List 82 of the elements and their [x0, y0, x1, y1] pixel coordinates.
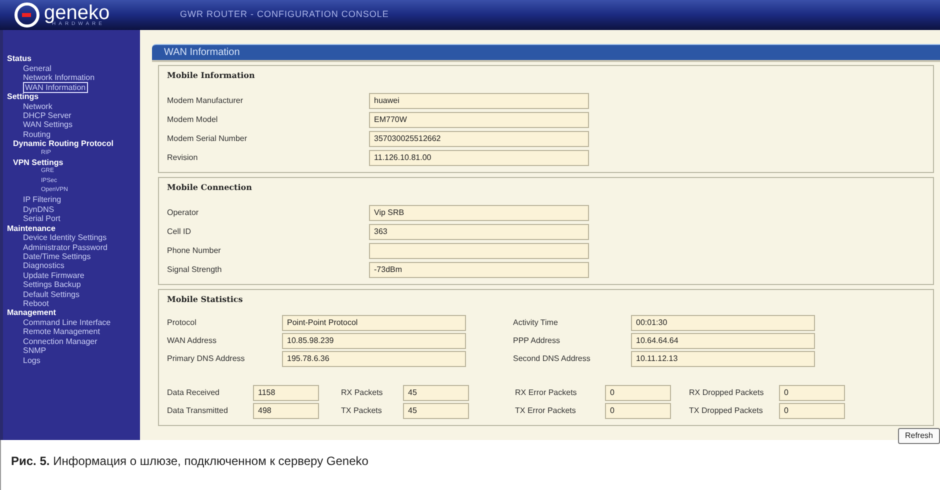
nav-link[interactable]: Settings Backup — [23, 280, 81, 290]
logo-text: geneko — [44, 4, 110, 22]
value-field[interactable]: 00:01:30 — [631, 315, 815, 331]
value-field[interactable]: Vip SRB — [369, 205, 589, 221]
field-label: RX Error Packets — [515, 387, 578, 399]
value-field[interactable]: 45 — [403, 385, 469, 401]
value-field[interactable]: 11.126.10.81.00 — [369, 150, 589, 166]
value-field[interactable]: 0 — [605, 385, 671, 401]
value-field[interactable] — [369, 243, 589, 259]
field-label: Data Received — [167, 387, 220, 399]
nav-section-title: Management — [7, 308, 56, 318]
value-field[interactable]: -73dBm — [369, 262, 589, 278]
field-label: Activity Time — [513, 317, 559, 329]
section-title: Mobile Connection — [167, 181, 253, 193]
field-label: Modem Serial Number — [167, 133, 248, 145]
nav-link[interactable]: Connection Manager — [23, 336, 98, 346]
console-title: GWR ROUTER - CONFIGURATION CONSOLE — [180, 8, 389, 22]
value-field[interactable]: 0 — [605, 403, 671, 419]
nav-section-title: Status — [7, 54, 32, 64]
section-title: Mobile Statistics — [167, 293, 244, 305]
value-field[interactable]: 0 — [779, 385, 845, 401]
nav-link[interactable]: General — [23, 64, 52, 73]
value-field[interactable]: Point-Point Protocol — [282, 315, 466, 331]
nav-link[interactable]: Default Settings — [23, 290, 80, 299]
field-label: RX Dropped Packets — [689, 387, 765, 399]
refresh-button[interactable]: Refresh — [898, 428, 940, 444]
field-label: Modem Manufacturer — [167, 95, 244, 107]
nav-link[interactable]: Serial Port — [23, 214, 60, 224]
value-field[interactable]: 498 — [253, 403, 319, 419]
nav-link[interactable]: DynDNS — [23, 204, 54, 214]
field-label: Second DNS Address — [513, 353, 592, 365]
field-label: Operator — [167, 207, 200, 219]
field-label: Primary DNS Address — [167, 353, 246, 365]
nav-link[interactable]: Dynamic Routing Protocol — [13, 139, 114, 148]
nav-link[interactable]: WAN Information — [23, 82, 88, 93]
nav-link[interactable]: VPN Settings — [13, 158, 64, 167]
section-title: Mobile Information — [167, 69, 256, 81]
nav-link[interactable]: Date/Time Settings — [23, 252, 91, 261]
nav-section-title: Maintenance — [7, 224, 56, 233]
field-label: Signal Strength — [167, 264, 223, 276]
field-label: WAN Address — [167, 335, 218, 347]
nav-section-title: Settings — [7, 92, 39, 102]
value-field[interactable]: 195.78.6.36 — [282, 351, 466, 367]
figure-caption: Рис. 5. Информация о шлюзе, подключенном к серверу Geneko — [11, 453, 368, 470]
nav-link[interactable]: Device Identity Settings — [23, 233, 107, 242]
field-label: PPP Address — [513, 335, 561, 347]
nav-link[interactable]: SNMP — [23, 346, 46, 356]
field-label: RX Packets — [341, 387, 384, 399]
value-field[interactable]: 363 — [369, 224, 589, 240]
field-label: Revision — [167, 152, 199, 164]
nav-link[interactable]: Logs — [23, 356, 40, 364]
field-label: Cell ID — [167, 226, 192, 238]
nav-link[interactable]: Network — [23, 102, 52, 111]
value-field[interactable]: 1158 — [253, 385, 319, 401]
nav-link[interactable]: Reboot — [23, 298, 49, 308]
nav-link[interactable]: Network Information — [23, 73, 95, 82]
nav-link[interactable]: Command Line Interface — [23, 318, 111, 327]
field-label: Data Transmitted — [167, 405, 229, 417]
value-field[interactable]: 357030025512662 — [369, 131, 589, 147]
field-label: TX Error Packets — [515, 405, 577, 417]
logo-icon — [14, 2, 40, 28]
panel-title: WAN Information — [164, 46, 240, 60]
nav-link[interactable]: IP Filtering — [23, 195, 62, 204]
value-field[interactable]: huawei — [369, 93, 589, 109]
field-label: Protocol — [167, 317, 198, 329]
field-label: Phone Number — [167, 245, 222, 257]
nav-link[interactable]: Administrator Password — [23, 242, 108, 252]
value-field[interactable]: 10.85.98.239 — [282, 333, 466, 349]
value-field[interactable]: 45 — [403, 403, 469, 419]
nav-link[interactable]: Update Firmware — [23, 270, 84, 280]
value-field[interactable]: 0 — [779, 403, 845, 419]
field-label: Modem Model — [167, 114, 219, 126]
nav-link[interactable]: Diagnostics — [23, 261, 64, 270]
nav-link[interactable]: Routing — [23, 130, 51, 139]
field-label: TX Dropped Packets — [689, 405, 764, 417]
nav-link[interactable]: WAN Settings — [23, 120, 72, 130]
field-label: TX Packets — [341, 405, 383, 417]
value-field[interactable]: EM770W — [369, 112, 589, 128]
value-field[interactable]: 10.11.12.13 — [631, 351, 815, 367]
nav-link[interactable]: DHCP Server — [23, 110, 72, 120]
value-field[interactable]: 10.64.64.64 — [631, 333, 815, 349]
nav-link[interactable]: Remote Management — [23, 327, 100, 336]
